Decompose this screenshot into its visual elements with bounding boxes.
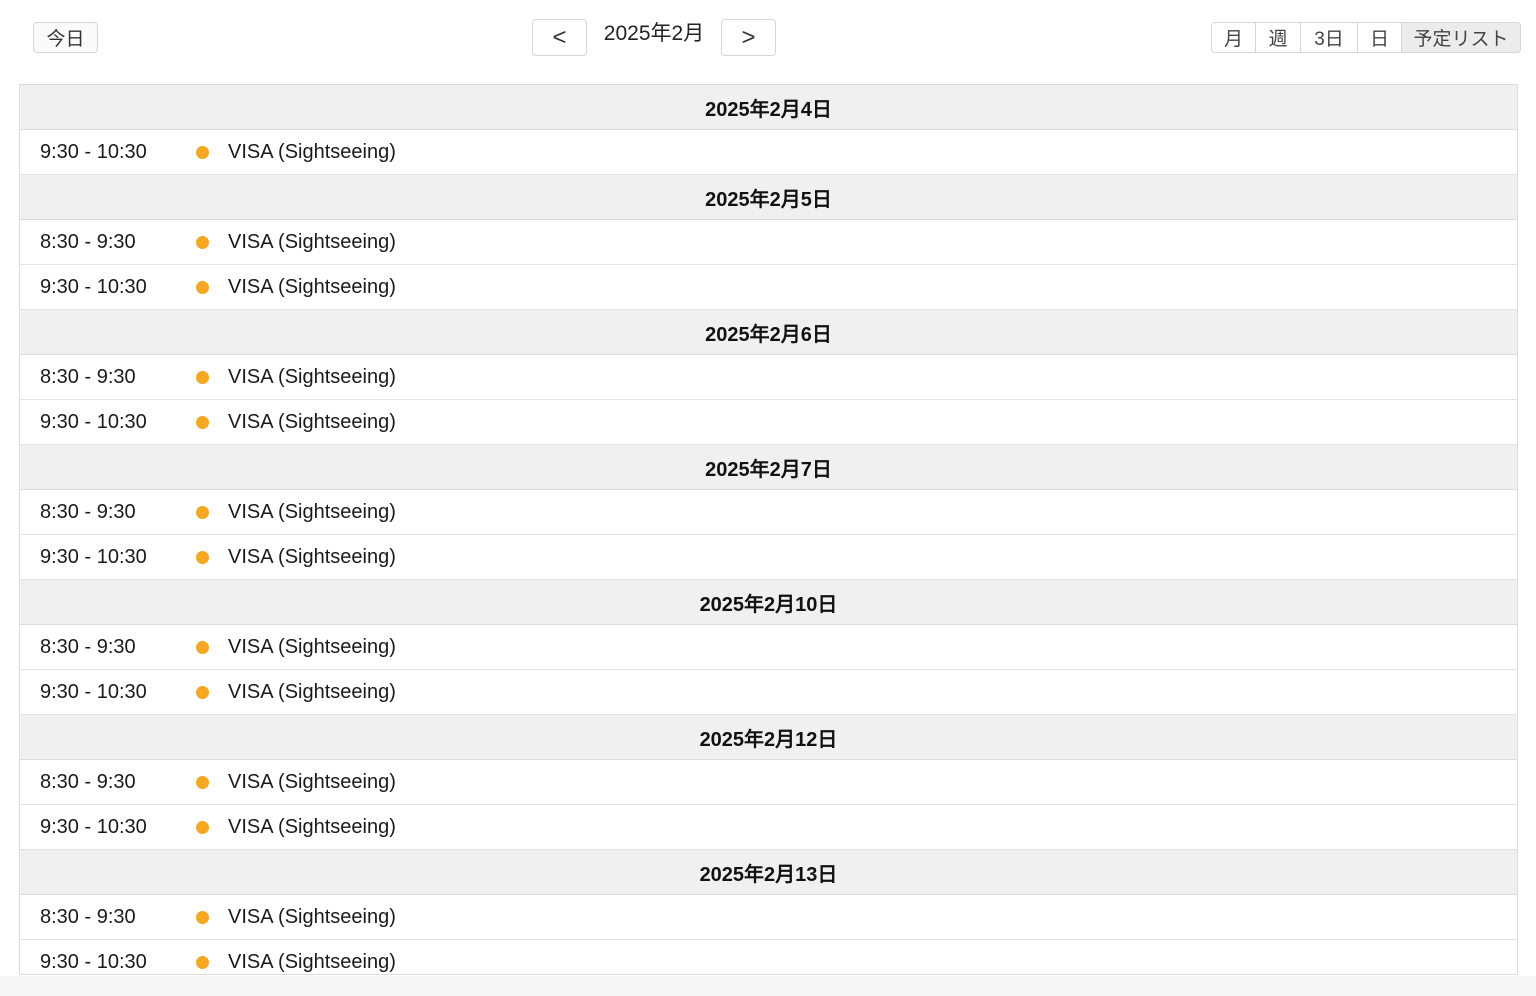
event-title[interactable]: VISA (Sightseeing): [228, 681, 396, 704]
event-color-dot-icon: [196, 685, 209, 699]
view-list-button[interactable]: 予定リスト: [1402, 23, 1520, 52]
event-title[interactable]: VISA (Sightseeing): [228, 951, 396, 974]
event-time: 8:30 - 9:30: [40, 635, 136, 658]
event-time: 9:30 - 10:30: [40, 275, 147, 298]
event-title[interactable]: VISA (Sightseeing): [228, 276, 396, 299]
event-color-dot-icon: [196, 775, 209, 789]
event-title[interactable]: VISA (Sightseeing): [228, 231, 396, 254]
event-row[interactable]: 8:30 - 9:30 VISA (Sightseeing): [20, 760, 1517, 805]
event-time: 9:30 - 10:30: [40, 140, 147, 163]
window-bottom-edge: [0, 976, 1536, 996]
event-color-dot-icon: [196, 145, 209, 159]
event-list: 2025年2月4日 9:30 - 10:30 VISA (Sightseeing) 2…: [19, 84, 1518, 975]
day-header: 2025年2月13日: [20, 850, 1517, 895]
event-time: 8:30 - 9:30: [40, 365, 136, 388]
event-title[interactable]: VISA (Sightseeing): [228, 906, 396, 929]
prev-month-button[interactable]: <: [532, 19, 587, 56]
event-color-dot-icon: [196, 550, 209, 564]
calendar-toolbar: 今日 < 2025年2月 > 月 週 3日 日 予定リスト: [0, 0, 1536, 76]
day-header: 2025年2月4日: [20, 85, 1517, 130]
event-color-dot-icon: [196, 505, 209, 519]
view-switcher: 月 週 3日 日 予定リスト: [1211, 22, 1521, 53]
event-color-dot-icon: [196, 415, 209, 429]
view-day-button[interactable]: 日: [1358, 23, 1402, 52]
event-color-dot-icon: [196, 910, 209, 924]
day-header: 2025年2月6日: [20, 310, 1517, 355]
event-color-dot-icon: [196, 955, 209, 969]
event-row[interactable]: 8:30 - 9:30 VISA (Sightseeing): [20, 625, 1517, 670]
event-row[interactable]: 8:30 - 9:30 VISA (Sightseeing): [20, 895, 1517, 940]
next-month-button[interactable]: >: [721, 19, 776, 56]
day-header: 2025年2月10日: [20, 580, 1517, 625]
calendar-title: 2025年2月: [603, 22, 705, 45]
event-time: 8:30 - 9:30: [40, 500, 136, 523]
view-3day-button[interactable]: 3日: [1301, 23, 1358, 52]
event-row[interactable]: 9:30 - 10:30 VISA (Sightseeing): [20, 535, 1517, 580]
event-time: 9:30 - 10:30: [40, 680, 147, 703]
event-row[interactable]: 9:30 - 10:30 VISA (Sightseeing): [20, 670, 1517, 715]
event-title[interactable]: VISA (Sightseeing): [228, 366, 396, 389]
event-title[interactable]: VISA (Sightseeing): [228, 141, 396, 164]
event-color-dot-icon: [196, 370, 209, 384]
event-title[interactable]: VISA (Sightseeing): [228, 411, 396, 434]
event-row[interactable]: 9:30 - 10:30 VISA (Sightseeing): [20, 130, 1517, 175]
event-time: 9:30 - 10:30: [40, 815, 147, 838]
event-row[interactable]: 9:30 - 10:30 VISA (Sightseeing): [20, 805, 1517, 850]
today-button[interactable]: 今日: [33, 22, 98, 53]
event-title[interactable]: VISA (Sightseeing): [228, 816, 396, 839]
event-time: 8:30 - 9:30: [40, 905, 136, 928]
day-header: 2025年2月7日: [20, 445, 1517, 490]
event-time: 8:30 - 9:30: [40, 230, 136, 253]
event-time: 9:30 - 10:30: [40, 950, 147, 973]
day-header: 2025年2月5日: [20, 175, 1517, 220]
event-title[interactable]: VISA (Sightseeing): [228, 636, 396, 659]
event-title[interactable]: VISA (Sightseeing): [228, 501, 396, 524]
event-row[interactable]: 8:30 - 9:30 VISA (Sightseeing): [20, 220, 1517, 265]
view-month-button[interactable]: 月: [1212, 23, 1256, 52]
event-color-dot-icon: [196, 820, 209, 834]
event-row[interactable]: 9:30 - 10:30 VISA (Sightseeing): [20, 940, 1517, 974]
event-row[interactable]: 9:30 - 10:30 VISA (Sightseeing): [20, 400, 1517, 445]
event-title[interactable]: VISA (Sightseeing): [228, 546, 396, 569]
event-row[interactable]: 8:30 - 9:30 VISA (Sightseeing): [20, 355, 1517, 400]
event-time: 9:30 - 10:30: [40, 410, 147, 433]
event-color-dot-icon: [196, 235, 209, 249]
view-week-button[interactable]: 週: [1256, 23, 1301, 52]
day-header: 2025年2月12日: [20, 715, 1517, 760]
event-time: 8:30 - 9:30: [40, 770, 136, 793]
event-color-dot-icon: [196, 280, 209, 294]
event-time: 9:30 - 10:30: [40, 545, 147, 568]
event-row[interactable]: 8:30 - 9:30 VISA (Sightseeing): [20, 490, 1517, 535]
event-color-dot-icon: [196, 640, 209, 654]
event-row[interactable]: 9:30 - 10:30 VISA (Sightseeing): [20, 265, 1517, 310]
event-title[interactable]: VISA (Sightseeing): [228, 771, 396, 794]
